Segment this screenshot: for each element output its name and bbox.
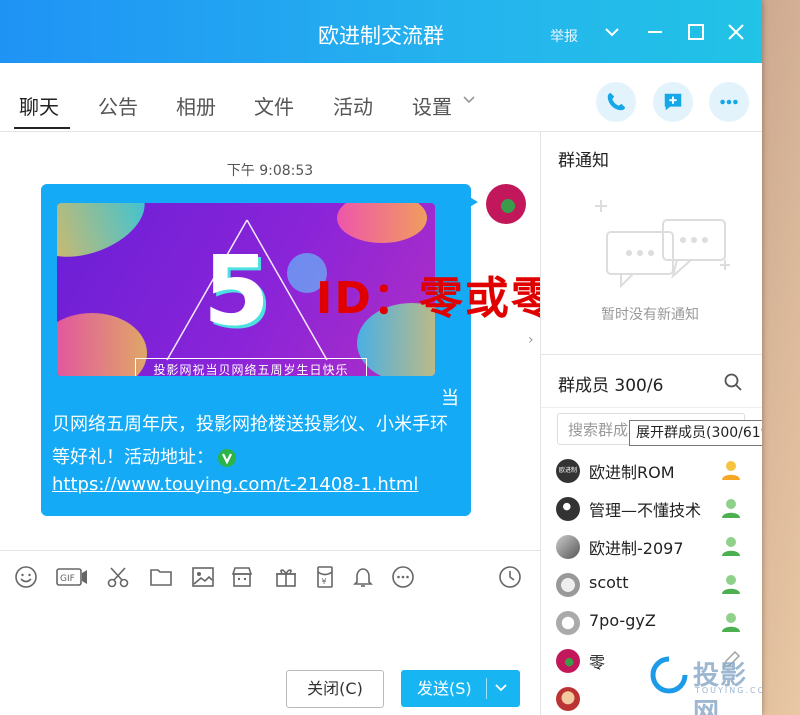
image-icon[interactable] bbox=[191, 565, 215, 589]
message-link[interactable]: https://www.touying.com/t-21408-1.html bbox=[52, 474, 418, 495]
collapse-panel-icon[interactable]: › bbox=[528, 332, 534, 348]
member-avatar bbox=[556, 649, 580, 673]
gift-icon[interactable] bbox=[274, 565, 298, 589]
overlay-watermark: ID：零或零 bbox=[316, 273, 557, 324]
send-button-label: 发送(S) bbox=[417, 679, 472, 698]
message-input[interactable]: 关闭(C) 发送(S) bbox=[0, 600, 540, 715]
sender-avatar[interactable] bbox=[486, 184, 526, 224]
svg-text:¥: ¥ bbox=[322, 577, 327, 586]
admin-user-icon bbox=[722, 461, 740, 480]
input-toolbar: GIF ¥ bbox=[0, 550, 540, 601]
member-user-icon bbox=[722, 499, 740, 518]
member-avatar bbox=[556, 573, 580, 597]
gif-icon[interactable]: GIF bbox=[56, 565, 88, 589]
title-bar: 欧进制交流群 举报 bbox=[0, 0, 762, 63]
member-user-icon bbox=[722, 575, 740, 594]
more-tools-icon[interactable] bbox=[391, 565, 415, 589]
member-avatar bbox=[556, 611, 580, 635]
settings-chevron-icon[interactable] bbox=[462, 93, 476, 107]
tab-settings[interactable]: 设置 bbox=[412, 91, 452, 120]
more-options-button[interactable] bbox=[709, 82, 749, 122]
close-icon[interactable] bbox=[726, 22, 746, 42]
member-item[interactable]: 管理—不懂技术 bbox=[540, 489, 762, 527]
maximize-icon[interactable] bbox=[686, 22, 706, 42]
tab-announcement[interactable]: 公告 bbox=[98, 91, 138, 120]
minimize-icon[interactable] bbox=[645, 22, 665, 42]
empty-notice-icon bbox=[595, 200, 730, 289]
new-chat-button[interactable] bbox=[653, 82, 693, 122]
call-button[interactable] bbox=[596, 82, 636, 122]
banner-number: 5 bbox=[203, 235, 270, 347]
history-icon[interactable] bbox=[498, 565, 522, 589]
tab-activity[interactable]: 活动 bbox=[333, 91, 373, 120]
member-name: 零 bbox=[589, 653, 606, 672]
member-name: scott bbox=[589, 573, 629, 592]
member-avatar bbox=[556, 497, 580, 521]
tab-chat[interactable]: 聊天 bbox=[19, 91, 59, 120]
emoji-icon[interactable] bbox=[14, 565, 38, 589]
send-button[interactable]: 发送(S) bbox=[401, 670, 520, 707]
tab-bar: 聊天 公告 相册 文件 活动 设置 bbox=[0, 63, 762, 132]
message-text-start: 当 bbox=[441, 388, 459, 409]
add-message-icon bbox=[664, 93, 682, 111]
member-user-icon bbox=[722, 613, 740, 632]
notice-empty-text: 暂时没有新通知 bbox=[601, 307, 699, 323]
member-avatar bbox=[556, 535, 580, 559]
member-item[interactable]: 欧进制-2097 bbox=[540, 527, 762, 565]
message-body: 贝网络五周年庆，投影网抢楼送投影仪、小米手环等好礼！活动地址： bbox=[52, 414, 448, 468]
close-button[interactable]: 关闭(C) bbox=[286, 670, 384, 708]
message-bubble[interactable]: 5 投影网祝当贝网络五周岁生日快乐 + 当 贝网络五周年庆，投影网抢楼送投影仪、… bbox=[41, 184, 471, 516]
member-user-icon bbox=[722, 537, 740, 556]
chat-window: 欧进制交流群 举报 聊天 公告 相册 文件 活动 设置 下午 9:08:53 5… bbox=[0, 0, 762, 715]
tab-album[interactable]: 相册 bbox=[176, 91, 216, 120]
message-text: 贝网络五周年庆，投影网抢楼送投影仪、小米手环等好礼！活动地址： bbox=[52, 408, 462, 474]
phone-icon bbox=[607, 92, 626, 111]
members-title: 群成员 300/6 bbox=[558, 376, 664, 396]
banner-caption: 投影网祝当贝网络五周岁生日快乐 bbox=[135, 358, 367, 376]
member-name: 欧进制-2097 bbox=[589, 539, 684, 558]
members-header: 群成员 300/6 bbox=[541, 354, 762, 408]
shop-icon[interactable] bbox=[230, 565, 254, 589]
tab-files[interactable]: 文件 bbox=[254, 91, 294, 120]
more-icon bbox=[720, 99, 738, 105]
member-name: 欧进制ROM bbox=[589, 463, 675, 482]
folder-icon[interactable] bbox=[149, 565, 173, 589]
bell-icon[interactable] bbox=[351, 565, 375, 589]
member-avatar: 欧进制 bbox=[556, 459, 580, 483]
report-button[interactable]: 举报 bbox=[550, 26, 578, 46]
expand-members-tooltip: 展开群成员(300/619) bbox=[629, 420, 762, 446]
notice-title: 群通知 bbox=[558, 151, 609, 171]
chevron-down-icon[interactable] bbox=[602, 22, 622, 42]
red-packet-icon[interactable]: ¥ bbox=[313, 565, 337, 589]
scissors-icon[interactable] bbox=[106, 565, 130, 589]
send-divider bbox=[486, 678, 487, 699]
member-item[interactable]: scott bbox=[540, 565, 762, 603]
member-name: 7po-gyZ bbox=[589, 611, 656, 630]
site-logo-sub: TOUYING.COM bbox=[695, 686, 762, 695]
svg-text:GIF: GIF bbox=[60, 574, 75, 584]
site-logo-text: 投影网 bbox=[693, 661, 748, 715]
verified-icon bbox=[218, 449, 236, 467]
member-item[interactable]: 7po-gyZ bbox=[540, 603, 762, 641]
member-avatar bbox=[556, 687, 580, 711]
message-timestamp: 下午 9:08:53 bbox=[226, 163, 314, 179]
send-options-chevron-icon[interactable] bbox=[493, 680, 509, 696]
member-name: 管理—不懂技术 bbox=[589, 501, 702, 520]
active-tab-indicator bbox=[14, 127, 70, 129]
search-icon[interactable] bbox=[723, 372, 743, 392]
member-item[interactable]: 欧进制 欧进制ROM bbox=[540, 451, 762, 489]
